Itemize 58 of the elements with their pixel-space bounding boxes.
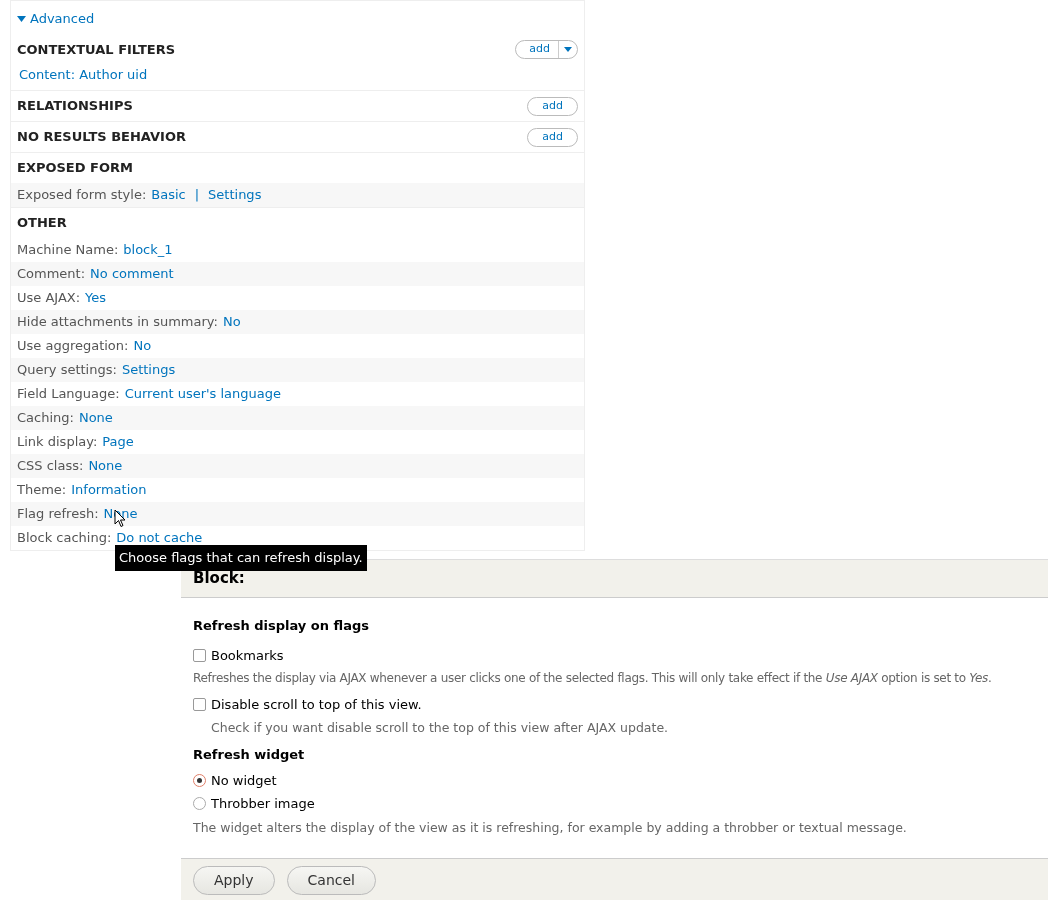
radio-label: Throbber image <box>211 794 315 813</box>
setting-link[interactable]: None <box>88 456 123 476</box>
fieldset-heading: Refresh display on flags <box>193 617 371 635</box>
caret-icon <box>564 47 572 52</box>
tooltip: Choose flags that can refresh display. <box>115 545 367 571</box>
section-title: CONTEXTUAL FILTERS <box>17 40 176 59</box>
setting-link[interactable]: Information <box>71 480 147 500</box>
section-title: EXPOSED FORM <box>17 159 133 178</box>
description: Refreshes the display via AJAX whenever a user clicks one of the selected flags. This will only take effect if the Use AJAX option is set to Yes. <box>193 669 992 687</box>
setting-label: Machine Name: <box>17 241 119 260</box>
section-title: RELATIONSHIPS <box>17 97 133 116</box>
setting-label: Comment: <box>17 265 86 284</box>
add-button[interactable]: add <box>527 96 578 116</box>
dialog-title: Block: <box>193 568 245 590</box>
setting-link[interactable]: No comment <box>90 264 174 284</box>
caret-icon <box>17 15 26 22</box>
radio-label: No widget <box>211 771 277 790</box>
add-button[interactable]: add <box>515 40 578 59</box>
description: Check if you want disable scroll to the top of this view after AJAX update. <box>211 718 670 737</box>
setting-label: Use aggregation: <box>17 337 129 356</box>
dialog-button[interactable]: Apply <box>193 866 275 895</box>
setting-label: Block caching: <box>17 529 112 548</box>
checkbox-label: Bookmarks <box>211 646 284 665</box>
setting-label: Caching: <box>17 409 74 428</box>
setting-link[interactable]: Do not cache <box>116 528 203 548</box>
filter-link[interactable]: Content: Author uid <box>19 64 148 84</box>
setting-label: Exposed form style: <box>17 186 147 205</box>
description: The widget alters the display of the view as it is refreshing, for example by adding a throbber or textual message. <box>193 818 908 837</box>
setting-label: Link display: <box>17 433 98 452</box>
checkbox-label: Disable scroll to top of this view. <box>211 695 422 714</box>
radio-button[interactable] <box>193 796 206 810</box>
setting-link[interactable]: Page <box>102 432 134 452</box>
setting-link[interactable]: Yes <box>85 288 107 308</box>
setting-label: Theme: <box>17 481 67 500</box>
checkbox[interactable] <box>193 649 206 662</box>
section-title: NO RESULTS BEHAVIOR <box>17 128 186 147</box>
setting-link[interactable]: None <box>78 408 113 428</box>
setting-link[interactable]: Basic <box>151 185 186 205</box>
setting-link[interactable]: Current user's language <box>124 384 281 404</box>
setting-label: Hide attachments in summary: <box>17 313 218 332</box>
setting-link[interactable]: Settings <box>208 185 262 205</box>
dialog-button[interactable]: Cancel <box>286 866 376 895</box>
fieldset-heading: Refresh widget <box>193 746 306 765</box>
separator: | <box>193 186 201 205</box>
setting-link[interactable]: No <box>222 312 241 332</box>
setting-label: Use AJAX: <box>17 289 81 308</box>
setting-label: CSS class: <box>17 457 84 476</box>
setting-link[interactable]: Settings <box>121 360 176 380</box>
setting-link[interactable]: No <box>133 336 152 356</box>
checkbox[interactable] <box>193 698 206 711</box>
add-button[interactable]: add <box>527 127 578 147</box>
advanced-toggle[interactable]: Advanced <box>11 1 101 35</box>
setting-label: Query settings: <box>17 361 117 380</box>
radio-button[interactable] <box>193 773 206 787</box>
setting-label: Field Language: <box>17 385 120 404</box>
section-title: OTHER <box>17 214 67 233</box>
setting-label: Flag refresh: <box>17 505 99 524</box>
setting-link[interactable]: block_1 <box>123 240 173 260</box>
